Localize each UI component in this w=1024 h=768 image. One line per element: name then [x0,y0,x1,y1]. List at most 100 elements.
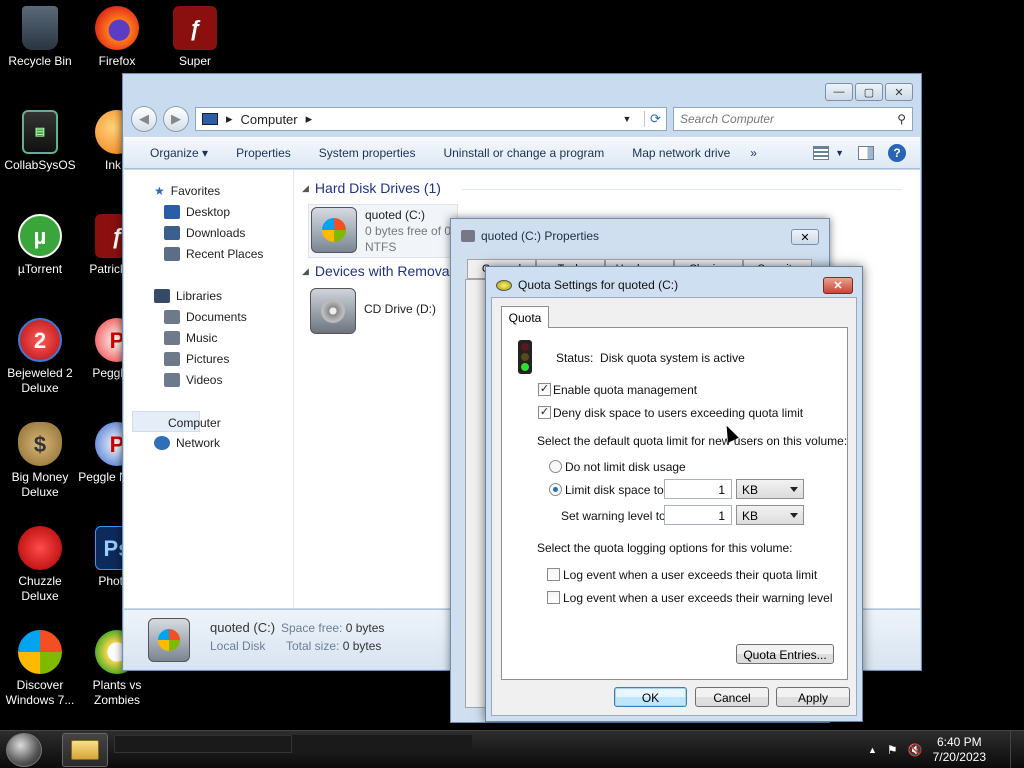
cancel-button[interactable]: Cancel [695,687,769,707]
desktop-icon-discover-windows[interactable]: Discover Windows 7... [0,624,80,708]
breadcrumb-computer[interactable]: Computer [241,112,298,127]
back-button[interactable]: ◀ [131,106,157,132]
drive-d[interactable]: CD Drive (D:) [310,288,436,334]
quota-entries-button[interactable]: Quota Entries... [736,644,834,664]
collabsysos-icon: ▤ [22,110,58,154]
properties-close-button[interactable]: ✕ [791,229,819,245]
log-quota-limit-label[interactable]: Log event when a user exceeds their quot… [563,568,817,582]
nav-recent-places[interactable]: Recent Places [124,243,293,264]
start-button[interactable] [6,733,42,767]
help-icon[interactable]: ? [888,144,906,162]
desktop-icon-chuzzle[interactable]: Chuzzle Deluxe [0,520,80,604]
no-limit-label[interactable]: Do not limit disk usage [565,460,686,474]
nav-pictures[interactable]: Pictures [124,348,293,369]
properties-button[interactable]: Properties [236,146,291,160]
limit-disk-space-label[interactable]: Limit disk space to [565,483,664,497]
change-view-icon[interactable] [813,146,830,160]
drive-c[interactable]: quoted (C:) 0 bytes free of 0 NTFS [308,204,458,258]
quota-panel: Status: Disk quota system is active ✓ En… [501,327,848,680]
nav-network[interactable]: Network [124,432,293,453]
map-network-drive-button[interactable]: Map network drive [632,146,730,160]
windows-icon [18,630,62,674]
quota-settings-dialog: Quota Settings for quoted (C:) ✕ Quota S… [485,266,863,722]
address-dropdown-icon[interactable]: ▼ [618,114,636,124]
star-icon: ★ [154,183,165,198]
desktop-icon-bejeweled[interactable]: 2 Bejeweled 2 Deluxe [0,312,80,396]
network-icon [154,435,170,450]
tab-quota[interactable]: Quota [501,306,549,328]
show-desktop-button[interactable] [1010,731,1024,768]
clock[interactable]: 6:40 PM 7/20/2023 [933,735,986,765]
nav-downloads[interactable]: Downloads [124,222,293,243]
recent-places-icon [164,246,180,261]
warning-level-label: Set warning level to [561,509,666,523]
apply-button[interactable]: Apply [776,687,850,707]
dropdown-arrow-icon [790,487,798,492]
minimize-button[interactable]: — [825,83,853,101]
enable-quota-checkbox[interactable]: ✓ [538,383,551,396]
details-drive-type: Local Disk [210,639,266,653]
taskbar-search-box[interactable] [114,735,292,753]
nav-libraries[interactable]: Libraries [124,285,293,306]
limit-disk-space-radio[interactable] [549,483,562,496]
ok-button[interactable]: OK [614,687,687,707]
deny-space-label[interactable]: Deny disk space to users exceeding quota… [553,406,803,420]
search-input[interactable]: Search Computer ⚲ [673,107,913,131]
quota-close-button[interactable]: ✕ [823,277,853,294]
group-removable-devices[interactable]: ◢ Devices with Remova [302,263,450,279]
nav-favorites[interactable]: ★ Favorites [124,180,293,201]
volume-muted-icon[interactable]: 🔇 [908,743,923,757]
view-dropdown-icon[interactable]: ▼ [835,148,844,158]
desktop-icon-utorrent[interactable]: µ µTorrent [0,208,80,277]
collapse-triangle-icon: ◢ [302,182,309,193]
quota-dialog-title: Quota Settings for quoted (C:) [496,278,678,292]
limit-unit-select[interactable]: KB [736,479,804,499]
videos-icon [164,372,180,387]
taskbar-explorer-button[interactable] [62,733,108,767]
disk-quota-icon [496,279,512,291]
address-bar[interactable]: ▸ Computer ▸ ▼ ⟳ [195,107,667,131]
more-commands-button[interactable]: » [750,146,757,160]
breadcrumb-separator: ▸ [226,111,233,126]
breadcrumb-separator: ▸ [305,111,313,126]
desktop-icon-super[interactable]: ƒ Super [155,0,235,69]
refresh-icon[interactable]: ⟳ [644,111,666,127]
desktop-icon-collabsysos[interactable]: ▤ CollabSysOS [0,104,80,173]
nav-videos[interactable]: Videos [124,369,293,390]
system-tray: ▲ ⚑ 🔇 6:40 PM 7/20/2023 [868,731,986,768]
desktop-icon-big-money[interactable]: $ Big Money Deluxe [0,416,80,500]
show-hidden-icons-icon[interactable]: ▲ [868,745,877,755]
forward-button[interactable]: ▶ [163,106,189,132]
log-warning-level-label[interactable]: Log event when a user exceeds their warn… [563,591,833,605]
no-limit-radio[interactable] [549,460,562,473]
nav-desktop[interactable]: Desktop [124,201,293,222]
enable-quota-label[interactable]: Enable quota management [553,383,697,397]
log-quota-limit-checkbox[interactable] [547,568,560,581]
log-warning-level-checkbox[interactable] [547,591,560,604]
hard-drive-icon [148,618,190,662]
clock-date: 7/20/2023 [932,750,986,764]
desktop-icon-recycle-bin[interactable]: Recycle Bin [0,0,80,69]
system-properties-button[interactable]: System properties [319,146,416,160]
desktop-icon-firefox[interactable]: Firefox [77,0,157,69]
organize-button[interactable]: Organize ▾ [150,146,208,160]
preview-pane-icon[interactable] [858,146,874,160]
drive-icon [461,230,475,242]
nav-computer[interactable]: Computer [132,411,221,432]
recycle-bin-icon [22,6,58,50]
group-hard-disk-drives[interactable]: ◢ Hard Disk Drives (1) [302,180,902,196]
warning-value-input[interactable]: 1 [664,505,732,525]
quota-status: Status: Disk quota system is active [556,351,745,365]
close-button[interactable]: ✕ [885,83,913,101]
hard-drive-icon [311,207,357,253]
warning-unit-select[interactable]: KB [736,505,804,525]
bejeweled-icon: 2 [18,318,62,362]
deny-space-checkbox[interactable]: ✓ [538,406,551,419]
nav-music[interactable]: Music [124,327,293,348]
limit-value-input[interactable]: 1 [664,479,732,499]
uninstall-button[interactable]: Uninstall or change a program [443,146,604,160]
maximize-button[interactable]: ▢ [855,83,883,101]
quota-dialog-body: Quota Status: Disk quota system is activ… [491,297,857,716]
nav-documents[interactable]: Documents [124,306,293,327]
action-center-icon[interactable]: ⚑ [887,743,898,757]
